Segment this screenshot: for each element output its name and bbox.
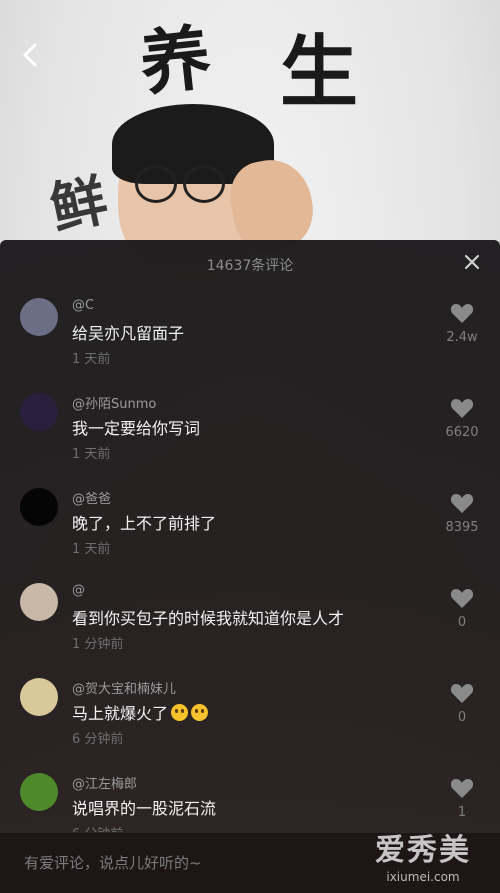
like-count: 1 — [457, 805, 467, 820]
like-count: 6620 — [445, 425, 479, 440]
heart-icon — [450, 494, 474, 513]
comment-username[interactable]: @贺大宝和楠妹儿 — [72, 678, 176, 697]
comment-username[interactable]: @爸爸 — [72, 488, 111, 507]
comment-text: 看到你买包子的时候我就知道你是人才 — [72, 609, 345, 628]
avatar[interactable] — [20, 583, 58, 621]
avatar[interactable] — [20, 298, 58, 336]
like-button[interactable]: 0 — [440, 682, 484, 725]
comments-count-title: 14637条评论 — [206, 258, 294, 274]
chevron-left-icon — [23, 43, 37, 67]
avatar[interactable] — [20, 488, 58, 526]
comment-username[interactable]: @C — [72, 298, 94, 313]
comment-item[interactable]: @ 看到你买包子的时候我就知道你是人才 1 分钟前 0 — [0, 577, 500, 672]
comment-item[interactable]: @孙陌Sunmo 我一定要给你写词 1 天前 6620 — [0, 387, 500, 482]
comment-text: 我一定要给你写词 — [72, 419, 201, 438]
comment-text-content: 马上就爆火了 — [72, 704, 169, 723]
like-button[interactable]: 8395 — [440, 492, 484, 535]
like-count: 0 — [457, 615, 467, 630]
calligraphy-char: 鲜 — [44, 166, 114, 244]
like-count: 0 — [457, 710, 467, 725]
back-button[interactable] — [18, 40, 44, 70]
comment-username[interactable]: @孙陌Sunmo — [72, 393, 156, 412]
like-button[interactable]: 1 — [440, 777, 484, 820]
avatar[interactable] — [20, 773, 58, 811]
comment-time: 1 天前 — [72, 447, 111, 462]
comment-item[interactable]: @C 给吴亦凡留面子 1 天前 2.4w — [0, 292, 500, 387]
comment-item[interactable]: @爸爸 晚了，上不了前排了 1 天前 8395 — [0, 482, 500, 577]
like-button[interactable]: 0 — [440, 587, 484, 630]
heart-icon — [450, 399, 474, 418]
comment-text: 给吴亦凡留面子 — [72, 324, 185, 343]
heart-icon — [450, 589, 474, 608]
comment-username[interactable]: @ — [72, 583, 85, 598]
like-button[interactable]: 6620 — [440, 397, 484, 440]
crying-laughing-emoji-icon — [191, 704, 209, 721]
comments-header: 14637条评论 — [0, 240, 500, 286]
close-icon — [464, 254, 480, 270]
avatar[interactable] — [20, 393, 58, 431]
crying-laughing-emoji-icon — [171, 704, 189, 721]
comment-input[interactable] — [22, 849, 346, 877]
comment-time: 1 天前 — [72, 352, 111, 367]
comment-text: 晚了，上不了前排了 — [72, 514, 217, 533]
like-count: 8395 — [445, 520, 479, 535]
comment-time: 1 分钟前 — [72, 637, 124, 652]
watermark-domain: ixiumei.com — [386, 870, 460, 884]
calligraphy-char: 生 — [280, 27, 359, 118]
comment-time: 1 天前 — [72, 542, 111, 557]
comment-item[interactable]: @贺大宝和楠妹儿 马上就爆火了 6 分钟前 0 — [0, 672, 500, 767]
watermark-logo-text: 爱秀美 — [375, 833, 471, 868]
site-watermark: 爱秀美 ixiumei.com — [358, 832, 488, 890]
glasses-right-lens — [183, 165, 225, 203]
comments-panel: 14637条评论 @C 给吴亦凡留面子 1 天前 2.4w @孙陌Sunmo 我… — [0, 240, 500, 892]
comment-username[interactable]: @江左梅郎 — [72, 773, 137, 792]
close-button[interactable] — [462, 252, 482, 272]
comment-text: 马上就爆火了 — [72, 700, 209, 724]
like-button[interactable]: 2.4w — [440, 302, 484, 345]
glasses-left-lens — [135, 165, 177, 203]
heart-icon — [450, 684, 474, 703]
comment-text: 说唱界的一股泥石流 — [72, 799, 217, 818]
calligraphy-char: 养 — [136, 15, 215, 106]
avatar[interactable] — [20, 678, 58, 716]
comment-time: 6 分钟前 — [72, 732, 124, 747]
like-count: 2.4w — [446, 330, 478, 345]
heart-icon — [450, 304, 474, 323]
heart-icon — [450, 779, 474, 798]
